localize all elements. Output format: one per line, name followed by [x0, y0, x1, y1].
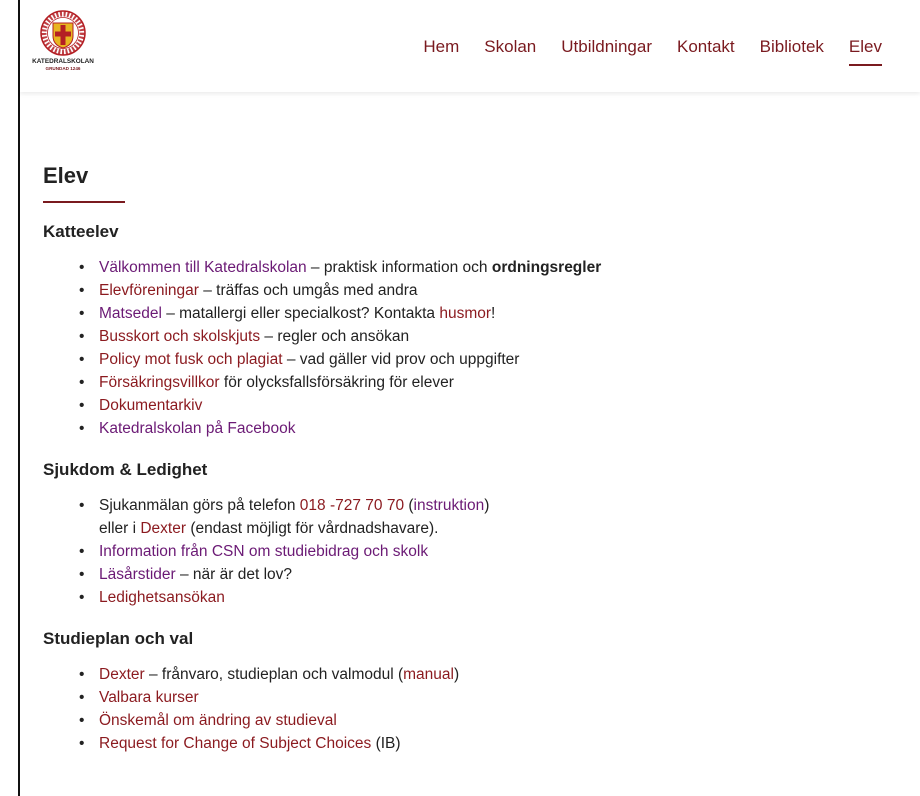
item-text: – träffas och umgås med andra — [198, 282, 418, 299]
list-item: Sjukanmälan görs på telefon 018 -727 70 … — [43, 494, 883, 540]
ordningsregler-text: ordningsregler — [491, 259, 602, 276]
item-text: – regler och ansökan — [260, 328, 410, 345]
nav-item-hem[interactable]: Hem — [423, 37, 459, 57]
phone-link[interactable]: 018 -727 70 70 — [300, 497, 404, 514]
link-lasarstider[interactable]: Läsårstider — [99, 566, 176, 583]
nav-item-kontakt[interactable]: Kontakt — [677, 37, 735, 57]
item-text: – frånvaro, studieplan och valmodul ( — [144, 666, 404, 683]
item-text: – praktisk information och — [306, 259, 492, 276]
section-title-sjukdom: Sjukdom & Ledighet — [43, 460, 208, 479]
sjukdom-list: Sjukanmälan görs på telefon 018 -727 70 … — [43, 494, 883, 609]
link-valkommen[interactable]: Välkommen till Katedralskolan — [99, 259, 307, 276]
logo-subtitle: GRUNDAD 1246 — [45, 66, 81, 71]
list-item: Elevföreningar – träffas och umgås med a… — [43, 279, 883, 302]
link-elevforeningar[interactable]: Elevföreningar — [99, 282, 199, 299]
section-title-katteelev: Katteelev — [43, 222, 119, 241]
item-text: ) — [484, 497, 490, 514]
katedralskolan-logo[interactable]: KATEDRALSKOLAN GRUNDAD 1246 — [28, 8, 98, 80]
link-dexter-sjuk[interactable]: Dexter — [140, 520, 186, 537]
link-ledighetsansokan[interactable]: Ledighetsansökan — [99, 589, 225, 606]
list-item: Önskemål om ändring av studieval — [43, 709, 883, 732]
item-text: eller i — [99, 520, 141, 537]
list-item: Information från CSN om studiebidrag och… — [43, 540, 883, 563]
link-request-change[interactable]: Request for Change of Subject Choices — [99, 735, 371, 752]
list-item: Valbara kurser — [43, 686, 883, 709]
page-title: Elev — [43, 163, 883, 203]
katteelev-list: Välkommen till Katedralskolan – praktisk… — [43, 256, 883, 440]
item-text: – när är det lov? — [175, 566, 293, 583]
item-text: ( — [404, 497, 414, 514]
list-item: Dokumentarkiv — [43, 394, 883, 417]
item-text: – matallergi eller specialkost? Kontakta — [161, 305, 440, 322]
main-content: Elev Katteelev Välkommen till Katedralsk… — [43, 163, 883, 755]
item-text: ! — [491, 305, 496, 322]
list-item: Dexter – frånvaro, studieplan och valmod… — [43, 663, 883, 686]
link-husmor[interactable]: husmor — [439, 305, 491, 322]
list-item: Busskort och skolskjuts – regler och ans… — [43, 325, 883, 348]
studieplan-list: Dexter – frånvaro, studieplan och valmod… — [43, 663, 883, 755]
link-valbara-kurser[interactable]: Valbara kurser — [99, 689, 199, 706]
item-text: – vad gäller vid prov och uppgifter — [282, 351, 520, 368]
link-instruktion[interactable]: instruktion — [414, 497, 485, 514]
link-policy[interactable]: Policy mot fusk och plagiat — [99, 351, 283, 368]
list-item: Försäkringsvillkor för olycksfallsförsäk… — [43, 371, 883, 394]
item-text: ) — [453, 666, 460, 683]
list-item: Request for Change of Subject Choices (I… — [43, 732, 883, 755]
item-text: Sjukanmälan görs på telefon — [99, 497, 300, 514]
link-forsakringsvillkor[interactable]: Försäkringsvillkor — [99, 374, 220, 391]
nav-item-utbildningar[interactable]: Utbildningar — [561, 37, 652, 57]
list-item: Matsedel – matallergi eller specialkost?… — [43, 302, 883, 325]
link-csn[interactable]: Information från CSN om studiebidrag och… — [99, 543, 428, 560]
list-item: Välkommen till Katedralskolan – praktisk… — [43, 256, 883, 279]
link-facebook[interactable]: Katedralskolan på Facebook — [99, 420, 295, 437]
item-text: (endast möjligt för vårdnadshavare). — [186, 520, 439, 537]
item-text: för olycksfallsförsäkring för elever — [219, 374, 454, 391]
section-title-studieplan: Studieplan och val — [43, 629, 194, 648]
list-item: Katedralskolan på Facebook — [43, 417, 883, 440]
list-item: Ledighetsansökan — [43, 586, 883, 609]
link-matsedel[interactable]: Matsedel — [99, 305, 162, 322]
main-nav: Hem Skolan Utbildningar Kontakt Bibliote… — [398, 37, 883, 66]
logo-name: KATEDRALSKOLAN — [32, 58, 94, 65]
school-seal-icon — [40, 10, 86, 56]
link-manual[interactable]: manual — [403, 666, 454, 683]
nav-item-skolan[interactable]: Skolan — [484, 37, 536, 57]
list-item: Policy mot fusk och plagiat – vad gäller… — [43, 348, 883, 371]
site-header: KATEDRALSKOLAN GRUNDAD 1246 Hem Skolan U… — [20, 0, 920, 92]
link-dokumentarkiv[interactable]: Dokumentarkiv — [99, 397, 202, 414]
link-dexter[interactable]: Dexter — [99, 666, 145, 683]
item-text: (IB) — [371, 735, 401, 752]
list-item: Läsårstider – när är det lov? — [43, 563, 883, 586]
nav-item-bibliotek[interactable]: Bibliotek — [760, 37, 824, 57]
nav-item-elev[interactable]: Elev — [848, 37, 883, 66]
link-busskort[interactable]: Busskort och skolskjuts — [99, 328, 260, 345]
link-onskemal[interactable]: Önskemål om ändring av studieval — [99, 712, 337, 729]
